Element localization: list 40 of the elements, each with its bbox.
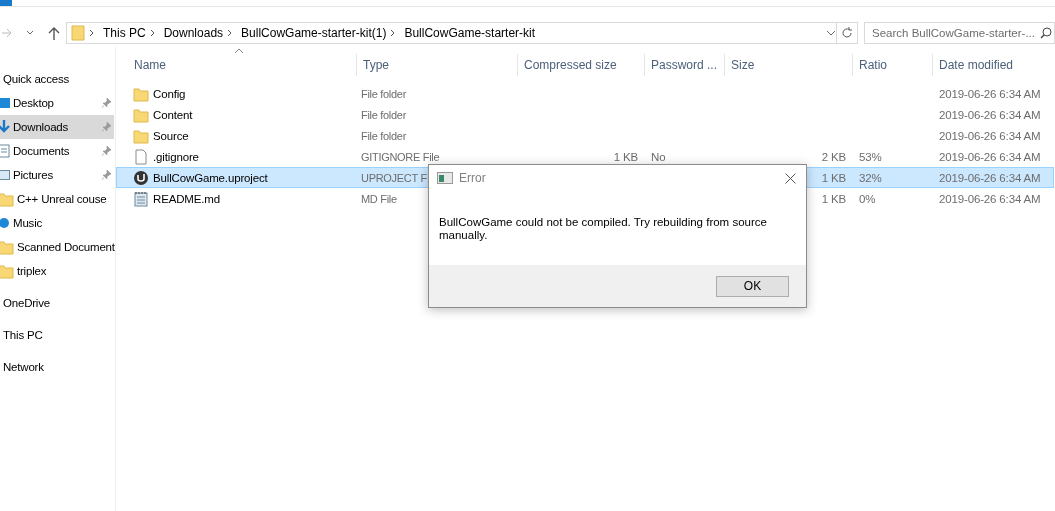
nav-label: Documents [13,145,70,157]
file-size: 1 KB [821,192,846,205]
date-modified: 2019-06-26 6:34 AM [939,192,1041,205]
nav-label: This PC [3,329,43,341]
file-name: Config [153,87,186,100]
nav-label: Downloads [13,121,69,133]
password-status: No [651,150,666,163]
nav-label: Quick access [3,73,69,85]
file-name: BullCowGame.uproject [153,171,268,184]
error-message: BullCowGame could not be compiled. Try rebuilding from source manually. [439,215,767,241]
ratio-value: 32% [859,171,882,184]
nav-label: Scanned Document [17,241,115,253]
date-modified: 2019-06-26 6:34 AM [939,129,1041,142]
file-name: Content [153,108,193,121]
file-type: GITIGNORE File [361,150,440,163]
nav-label: Music [13,217,43,229]
nav-label: Pictures [13,169,53,181]
file-type: UPROJECT F [361,171,427,184]
nav-label: C++ Unreal couse [17,193,107,205]
date-modified: 2019-06-26 6:34 AM [939,171,1041,184]
ratio-value: 0% [859,192,876,205]
file-type: File folder [361,87,406,100]
file-type: File folder [361,129,406,142]
ratio-value: 53% [859,150,882,163]
nav-label: triplex [17,265,47,277]
nav-label: Desktop [13,97,54,109]
nav-label: OneDrive [3,297,50,309]
file-name: README.md [153,192,221,205]
compressed-size: 1 KB [613,150,638,163]
file-type: MD File [361,192,397,205]
date-modified: 2019-06-26 6:34 AM [939,108,1041,121]
date-modified: 2019-06-26 6:34 AM [939,150,1041,163]
file-name: Source [153,129,189,142]
file-type: File folder [361,108,406,121]
dialog-title: Error [459,171,486,186]
file-name: .gitignore [153,150,199,163]
file-size: 2 KB [821,150,846,163]
date-modified: 2019-06-26 6:34 AM [939,87,1041,100]
nav-label: Network [3,361,44,373]
file-size: 1 KB [821,171,846,184]
